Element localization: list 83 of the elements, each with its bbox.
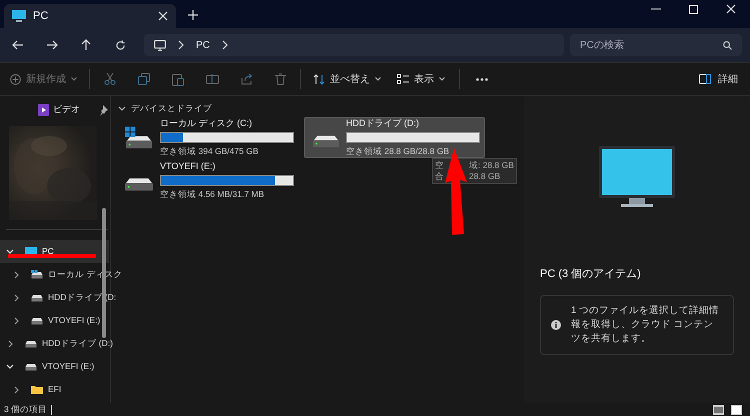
tab-title: PC — [33, 8, 50, 24]
drive-icon — [31, 316, 43, 325]
free-space-text: 空き領域 4.56 MB/31.7 MB — [160, 188, 266, 202]
drive-item[interactable]: HDDドライブ (D:) 空き領域 28.8 GB/28.8 GB — [304, 117, 485, 158]
monitor-icon — [12, 10, 26, 22]
caret-icon — [375, 77, 381, 81]
refresh-icon[interactable] — [115, 40, 126, 50]
close-icon[interactable] — [158, 11, 168, 21]
scrollbar[interactable] — [102, 208, 106, 338]
drive-icon — [313, 135, 339, 148]
details-button[interactable]: 詳細 — [699, 72, 738, 86]
tooltip-text: 28.8 GB — [469, 171, 500, 182]
drive-name: HDDドライブ (D:) — [346, 116, 420, 130]
sort-button[interactable]: 並べ替え — [313, 72, 381, 86]
chevron-right-icon — [14, 316, 19, 324]
video-icon — [38, 104, 49, 116]
info-icon — [551, 320, 561, 330]
free-space-text: 空き領域 394 GB/475 GB — [160, 145, 260, 158]
system-drive-icon — [31, 270, 43, 279]
tooltip-text: 域: 28.8 GB — [469, 160, 514, 171]
details-title: PC (3 個のアイテム) — [540, 267, 642, 282]
free-space-text: 空き領域 28.8 GB/28.8 GB — [346, 145, 450, 158]
view-button[interactable]: 表示 — [397, 72, 445, 86]
caret-icon — [71, 77, 77, 81]
address-bar[interactable]: PC — [144, 34, 564, 56]
drive-name: ローカル ディスク (C:) — [160, 116, 253, 130]
drive-item[interactable]: VTOYEFI (E:) 空き領域 4.56 MB/31.7 MB — [117, 160, 298, 201]
back-icon[interactable] — [12, 40, 24, 50]
monitor-icon — [599, 146, 675, 208]
pin-icon — [100, 104, 108, 116]
tree-item[interactable]: VTOYEFI (E:) — [0, 355, 122, 378]
chevron-right-icon — [14, 270, 19, 278]
drive-name: VTOYEFI (E:) — [160, 160, 216, 173]
chevron-right-icon — [8, 340, 13, 348]
tree-item[interactable]: VTOYEFI (E:) — [0, 309, 122, 332]
drive-icon — [125, 178, 153, 191]
share-icon[interactable] — [241, 73, 253, 85]
breadcrumb-item[interactable]: PC — [196, 38, 210, 52]
trash-icon[interactable] — [275, 73, 286, 85]
tree-item[interactable]: ローカル ディスク — [0, 263, 122, 286]
folder-icon — [31, 385, 43, 394]
plus-icon[interactable] — [188, 10, 198, 20]
tooltip-text: 空 — [435, 160, 445, 171]
more-icon[interactable] — [476, 78, 488, 80]
chevron-right-icon — [14, 386, 19, 394]
tree-item[interactable]: HDDドライブ (D:) — [0, 332, 122, 355]
plus-circle-icon — [10, 74, 21, 84]
maximize-icon[interactable] — [689, 4, 698, 14]
caret-icon — [439, 77, 445, 81]
chevron-icon — [222, 40, 228, 50]
drive-item[interactable]: ローカル ディスク (C:) 空き領域 394 GB/475 GB — [117, 117, 298, 158]
copy-icon[interactable] — [138, 73, 150, 85]
scissors-icon[interactable] — [104, 73, 116, 85]
drive-icon — [31, 293, 43, 302]
chevron-right-icon — [14, 294, 19, 302]
system-drive-icon — [125, 126, 153, 150]
sort-icon — [313, 74, 325, 84]
tiles-view-icon[interactable] — [731, 404, 742, 414]
details-view-icon[interactable] — [713, 404, 724, 414]
chevron-down-icon — [118, 106, 126, 110]
chevron-down-icon — [6, 364, 14, 369]
section-header[interactable]: デバイスとドライブ — [131, 102, 212, 114]
list-icon — [397, 74, 409, 84]
forward-icon[interactable] — [46, 40, 58, 50]
minimize-icon[interactable] — [651, 8, 661, 10]
tooltip-text: 合 — [435, 171, 445, 182]
drive-icon — [25, 362, 37, 371]
tree-item[interactable]: EFI — [0, 378, 122, 401]
paste-icon[interactable] — [172, 72, 184, 86]
monitor-icon — [154, 40, 166, 50]
sidebar-item[interactable]: ビデオ — [53, 103, 96, 117]
status-text: 3 個の項目 — [4, 403, 48, 416]
close-icon[interactable] — [726, 4, 736, 14]
window-tab[interactable]: PC — [4, 4, 176, 28]
info-text: 1 つのファイルを選択して詳細情報を取得し、クラウド コンテンツを共有します。 — [571, 304, 720, 346]
search-field[interactable]: PCの検索 — [570, 34, 742, 56]
panel-icon — [699, 74, 711, 84]
rename-icon[interactable] — [206, 73, 219, 85]
drive-icon — [25, 339, 37, 348]
chevron-icon — [178, 40, 184, 50]
chevron-down-icon — [6, 249, 14, 254]
search-icon — [723, 40, 732, 50]
up-icon[interactable] — [81, 39, 91, 51]
